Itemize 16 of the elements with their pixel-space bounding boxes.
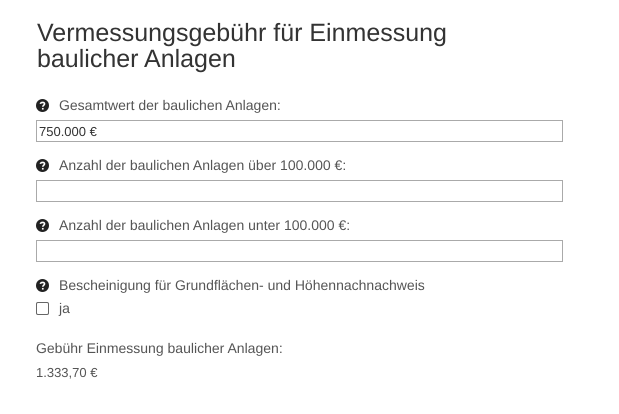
checkbox-label[interactable]: ja	[59, 300, 70, 316]
result-label: Gebühr Einmessung baulicher Anlagen:	[36, 340, 284, 356]
field-label: Anzahl der baulichen Anlagen unter 100.000 €:	[59, 217, 350, 233]
input-field[interactable]	[36, 240, 563, 262]
field-label: Bescheinigung für Grundflächen- und Höhennachnachweis	[59, 277, 425, 293]
page-title: Vermessungsgebühr für Einmessung baulicher Anlagen	[37, 20, 448, 72]
help-icon[interactable]	[36, 218, 49, 232]
input-field[interactable]	[36, 180, 563, 202]
field-label: Gesamtwert der baulichen Anlagen:	[59, 97, 281, 113]
help-icon[interactable]	[36, 278, 49, 292]
checkbox[interactable]	[36, 302, 49, 314]
input-field[interactable]: 750.000 €	[36, 120, 563, 142]
help-icon[interactable]	[36, 158, 49, 172]
help-icon[interactable]	[36, 98, 49, 112]
result-value: 1.333,70 €	[36, 365, 98, 380]
field-label: Anzahl der baulichen Anlagen über 100.000 €:	[59, 157, 346, 173]
